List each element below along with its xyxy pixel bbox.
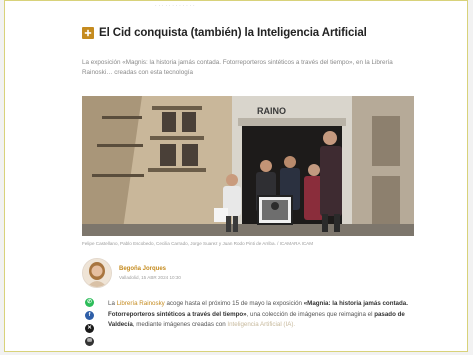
top-crumb: · · · · · · · · · · · ·: [155, 3, 195, 9]
facebook-share-icon[interactable]: f: [85, 311, 94, 320]
photo-caption: Felipe Castellano, Pablo Escobedo, Cecil…: [82, 241, 314, 246]
publish-date: Valladolid, 15 ABR 2024 10:30: [119, 275, 181, 280]
author-row: Begoña Jorques Valladolid, 15 ABR 2024 1…: [82, 258, 181, 288]
article-body-paragraph: La Librería Rainosky acoge hasta el próx…: [108, 299, 414, 331]
article-frame: · · · · · · · · · · · · El Cid conquista…: [4, 0, 468, 352]
author-portrait-illustration: [83, 259, 111, 287]
article-subtitle: La exposición «Magnis: la historia jamás…: [82, 59, 393, 76]
author-name[interactable]: Begoña Jorques: [119, 266, 181, 272]
author-avatar[interactable]: [82, 258, 112, 288]
plus-badge-icon: [82, 27, 94, 39]
body-text-4: , mediante imágenes creadas con: [132, 321, 228, 328]
article-photo[interactable]: RAINO: [82, 96, 414, 236]
x-share-icon[interactable]: ✕: [85, 324, 94, 333]
title-row: El Cid conquista (también) la Inteligenc…: [82, 27, 457, 39]
body-text-2: acoge hasta el próximo 15 de mayo la exp…: [164, 300, 304, 307]
mail-share-icon[interactable]: ✉: [85, 337, 94, 346]
share-bar: ✆ f ✕ ✉: [85, 298, 95, 350]
body-text-1: La: [108, 300, 117, 307]
author-meta: Begoña Jorques Valladolid, 15 ABR 2024 1…: [119, 266, 181, 280]
street-photo-illustration: RAINO: [82, 96, 414, 236]
article-title: El Cid conquista (también) la Inteligenc…: [99, 27, 367, 39]
body-text-3: , una colección de imágenes que reimagin…: [246, 310, 375, 318]
svg-text:RAINO: RAINO: [257, 106, 286, 116]
bookstore-link[interactable]: Librería Rainosky: [117, 300, 165, 307]
whatsapp-share-icon[interactable]: ✆: [85, 298, 94, 307]
ai-link[interactable]: Inteligencia Artificial (IA).: [227, 321, 295, 328]
